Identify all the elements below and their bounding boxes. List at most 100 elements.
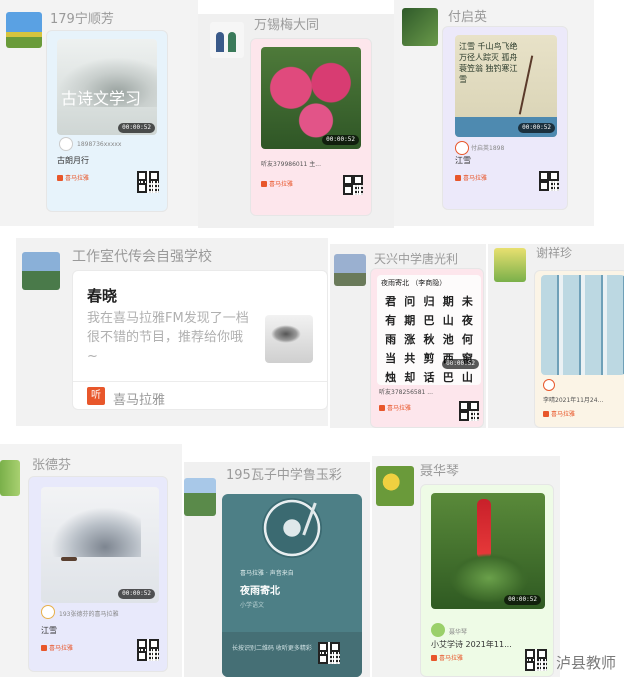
poem-char: 池 bbox=[442, 333, 454, 346]
himalaya-logo-icon: 听 bbox=[87, 387, 105, 405]
audio-card[interactable]: 古诗文学习 00:00:52 1898736xxxxx 古朗月行 喜马拉雅 bbox=[46, 30, 168, 212]
qr-code-icon[interactable] bbox=[137, 171, 159, 193]
qr-code-icon[interactable] bbox=[459, 401, 479, 421]
play-duration[interactable]: 00:00:52 bbox=[322, 135, 359, 145]
user-avatar[interactable] bbox=[376, 466, 414, 506]
audio-card[interactable]: 江雪 千山鸟飞绝 万径人踪灭 孤舟蓑笠翁 独钓寒江雪 00:00:52 付启英1… bbox=[442, 26, 568, 210]
poem-char: 巴 bbox=[442, 371, 454, 384]
himalaya-logo-icon: 喜马拉雅 bbox=[431, 653, 463, 662]
author-id: 听友379986011 主... bbox=[261, 161, 321, 168]
cover-image bbox=[541, 275, 624, 375]
author-id: 付启英1898 bbox=[471, 145, 505, 152]
qr-code-icon[interactable] bbox=[539, 171, 559, 191]
track-subtitle: 小学语文 bbox=[240, 602, 265, 609]
share-card[interactable]: 春晓 我在喜马拉雅FM发现了一档很不错的节目，推荐给你哦~ 听 喜马拉雅 bbox=[72, 270, 328, 410]
user-avatar[interactable] bbox=[402, 8, 438, 46]
user-name[interactable]: 张德芬 bbox=[32, 454, 71, 473]
play-duration[interactable]: 00:00:52 bbox=[118, 589, 155, 599]
cover-image: 00:00:52 bbox=[261, 47, 361, 149]
channel-logo bbox=[431, 623, 445, 637]
himalaya-logo-icon: 喜马拉雅 bbox=[261, 179, 293, 188]
share-description: 我在喜马拉雅FM发现了一档很不错的节目，推荐给你哦~ bbox=[87, 311, 249, 364]
play-duration[interactable]: 00:00:52 bbox=[442, 359, 479, 369]
qr-code-icon[interactable] bbox=[137, 639, 159, 661]
user-name[interactable]: 万锡梅大同 bbox=[254, 14, 319, 33]
post-tile: 谢祥珍 李晴2021年11月24... 喜马拉雅 bbox=[488, 244, 624, 428]
track-title: 江雪 bbox=[455, 156, 471, 165]
poem-char: 期 bbox=[442, 295, 454, 308]
post-tile: 付启英 江雪 千山鸟飞绝 万径人踪灭 孤舟蓑笠翁 独钓寒江雪 00:00:52 … bbox=[394, 0, 594, 226]
poem-char: 夜 bbox=[461, 314, 473, 327]
user-avatar[interactable] bbox=[494, 248, 526, 282]
user-avatar[interactable] bbox=[334, 254, 366, 286]
author-id: 听友378256581 ... bbox=[379, 389, 433, 396]
user-name[interactable]: 天兴中学唐光利 bbox=[374, 250, 458, 267]
post-tile: 195瓦子中学鲁玉彩 喜马拉雅 · 声音来自 夜雨寄北 小学语文 长按识别二维码… bbox=[184, 462, 370, 677]
post-tile: 天兴中学唐光利 夜雨寄北 （李商隐） 君问归期未有期巴山夜雨涨秋池何当共剪西窗烛… bbox=[330, 244, 486, 428]
audio-card[interactable]: 夜雨寄北 （李商隐） 君问归期未有期巴山夜雨涨秋池何当共剪西窗烛却话巴山夜 00… bbox=[370, 268, 484, 428]
poem-image: 夜雨寄北 （李商隐） 君问归期未有期巴山夜雨涨秋池何当共剪西窗烛却话巴山夜 00… bbox=[377, 275, 481, 385]
poem-char: 剪 bbox=[423, 352, 435, 365]
play-duration[interactable]: 00:00:52 bbox=[518, 123, 555, 133]
poem-char: 却 bbox=[404, 371, 416, 384]
play-duration[interactable]: 00:00:52 bbox=[118, 123, 155, 133]
share-brand: 喜马拉雅 bbox=[113, 393, 166, 408]
user-name[interactable]: 195瓦子中学鲁玉彩 bbox=[226, 464, 342, 483]
user-avatar[interactable] bbox=[22, 252, 60, 290]
poem-char: 秋 bbox=[423, 333, 435, 346]
poem-char: 涨 bbox=[404, 333, 416, 346]
cover-image: 00:00:52 bbox=[431, 493, 545, 609]
user-avatar[interactable] bbox=[184, 478, 216, 516]
himalaya-logo-icon: 喜马拉雅 bbox=[41, 643, 73, 652]
qr-code-icon[interactable] bbox=[525, 649, 547, 671]
post-tile: 万锡梅大同 00:00:52 听友379986011 主... 喜马拉雅 bbox=[198, 14, 394, 228]
poem-char: 话 bbox=[423, 371, 435, 384]
channel-logo bbox=[543, 379, 555, 391]
cover-image: 00:00:52 bbox=[41, 487, 159, 603]
himalaya-logo-icon: 喜马拉雅 bbox=[379, 403, 411, 412]
poem-char: 雨 bbox=[385, 333, 397, 346]
poem-char: 期 bbox=[404, 314, 416, 327]
author-id: 193张德芬的喜马拉雅 bbox=[59, 611, 119, 618]
qr-code-icon[interactable] bbox=[343, 175, 363, 195]
user-name[interactable]: 谢祥珍 bbox=[536, 244, 572, 261]
author-id: 李晴2021年11月24... bbox=[543, 397, 604, 404]
audio-card[interactable]: 00:00:52 听友379986011 主... 喜马拉雅 bbox=[250, 38, 372, 216]
himalaya-logo-icon: 喜马拉雅 bbox=[543, 409, 575, 418]
author-id: 聂华琴 bbox=[449, 629, 468, 636]
poem-char: 共 bbox=[404, 352, 416, 365]
user-name[interactable]: 工作室代传会自强学校 bbox=[72, 246, 212, 266]
poem-char: 未 bbox=[461, 295, 473, 308]
poem-char: 山 bbox=[442, 314, 454, 327]
cover-image: 江雪 千山鸟飞绝 万径人踪灭 孤舟蓑笠翁 独钓寒江雪 00:00:52 bbox=[455, 35, 557, 137]
poem-char: 巴 bbox=[423, 314, 435, 327]
cover-text: 古诗文学习 bbox=[61, 89, 142, 108]
user-avatar[interactable] bbox=[0, 460, 20, 496]
poem-char: 归 bbox=[423, 295, 435, 308]
audio-card[interactable]: 00:00:52 193张德芬的喜马拉雅 江雪 喜马拉雅 bbox=[28, 476, 168, 672]
post-tile: 聂华琴 00:00:52 聂华琴 小艾学诗 2021年11... 喜马拉雅 bbox=[372, 456, 560, 677]
audio-card[interactable]: 李晴2021年11月24... 喜马拉雅 bbox=[534, 270, 624, 428]
track-title: 江雪 bbox=[41, 626, 57, 635]
user-name[interactable]: 付启英 bbox=[448, 6, 487, 25]
poem-char: 何 bbox=[461, 333, 473, 346]
audio-card[interactable]: 00:00:52 聂华琴 小艾学诗 2021年11... 喜马拉雅 bbox=[420, 484, 554, 677]
play-duration[interactable]: 00:00:52 bbox=[504, 595, 541, 605]
himalaya-logo-icon: 喜马拉雅 bbox=[455, 173, 487, 182]
poem-char: 山 bbox=[461, 371, 473, 384]
user-avatar[interactable] bbox=[210, 22, 244, 58]
share-thumbnail bbox=[265, 315, 313, 363]
poem-char: 当 bbox=[385, 352, 397, 365]
user-name[interactable]: 179宁顺芳 bbox=[50, 8, 114, 27]
user-name[interactable]: 聂华琴 bbox=[420, 460, 459, 479]
poem-char: 问 bbox=[404, 295, 416, 308]
audio-card[interactable]: 喜马拉雅 · 声音来自 夜雨寄北 小学语文 长按识别二维码 收听更多精彩 bbox=[222, 494, 362, 677]
track-title: 古朗月行 bbox=[57, 156, 89, 165]
user-avatar[interactable] bbox=[6, 12, 42, 48]
author-id: 1898736xxxxx bbox=[77, 141, 122, 148]
channel-logo bbox=[455, 141, 469, 155]
poem-char: 有 bbox=[385, 314, 397, 327]
himalaya-logo-icon: 喜马拉雅 bbox=[57, 173, 89, 182]
qr-code-icon[interactable] bbox=[318, 642, 340, 664]
track-title: 夜雨寄北 bbox=[240, 586, 280, 597]
